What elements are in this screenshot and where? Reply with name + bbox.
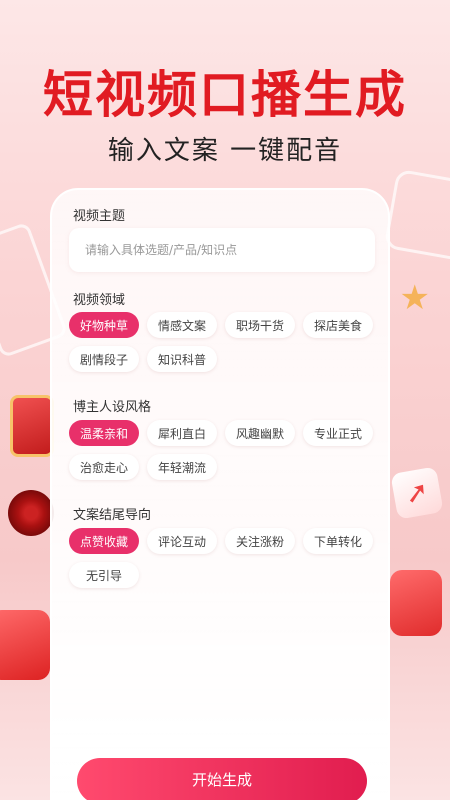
star-icon: ★	[399, 278, 430, 318]
domain-option[interactable]: 职场干货	[225, 312, 295, 338]
topic-label: 视频主题	[73, 209, 126, 224]
style-option[interactable]: 年轻潮流	[147, 454, 217, 480]
ending-option[interactable]: 关注涨粉	[225, 528, 295, 554]
tv-icon	[10, 395, 54, 457]
ending-option[interactable]: 下单转化	[303, 528, 373, 554]
hero-subtitle: 输入文案 一键配音	[107, 136, 343, 166]
domain-option[interactable]: 情感文案	[147, 312, 217, 338]
domain-option[interactable]: 知识科普	[147, 346, 217, 372]
play-icon	[0, 610, 50, 680]
domain-option[interactable]: 剧情段子	[69, 346, 139, 372]
domain-options-row-2: 剧情段子 知识科普	[69, 346, 217, 372]
trending-arrow-icon: ➚	[390, 466, 444, 520]
domain-options-row-1: 好物种草 情感文案 职场干货 探店美食	[69, 312, 373, 338]
domain-label: 视频领域	[73, 293, 126, 308]
domain-option[interactable]: 探店美食	[303, 312, 373, 338]
decorative-frame	[383, 168, 450, 262]
ending-options-row-1: 点赞收藏 评论互动 关注涨粉 下单转化	[69, 528, 373, 554]
style-options-row-2: 治愈走心 年轻潮流	[69, 454, 217, 480]
user-icon	[390, 570, 442, 636]
style-options-row-1: 温柔亲和 犀利直白 风趣幽默 专业正式	[69, 420, 373, 446]
topic-input[interactable]	[69, 228, 375, 272]
style-label: 博主人设风格	[73, 400, 152, 415]
hero-title: 短视频口播生成	[43, 66, 407, 124]
film-reel-icon	[8, 490, 54, 536]
style-option[interactable]: 风趣幽默	[225, 420, 295, 446]
ending-option[interactable]: 评论互动	[147, 528, 217, 554]
ending-option[interactable]: 无引导	[69, 562, 139, 588]
start-generate-button[interactable]: 开始生成	[77, 758, 367, 800]
ending-label: 文案结尾导向	[73, 508, 152, 523]
domain-option[interactable]: 好物种草	[69, 312, 139, 338]
style-option[interactable]: 犀利直白	[147, 420, 217, 446]
style-option[interactable]: 温柔亲和	[69, 420, 139, 446]
form-card	[50, 188, 390, 800]
style-option[interactable]: 专业正式	[303, 420, 373, 446]
ending-option[interactable]: 点赞收藏	[69, 528, 139, 554]
ending-options-row-2: 无引导	[69, 562, 139, 588]
style-option[interactable]: 治愈走心	[69, 454, 139, 480]
